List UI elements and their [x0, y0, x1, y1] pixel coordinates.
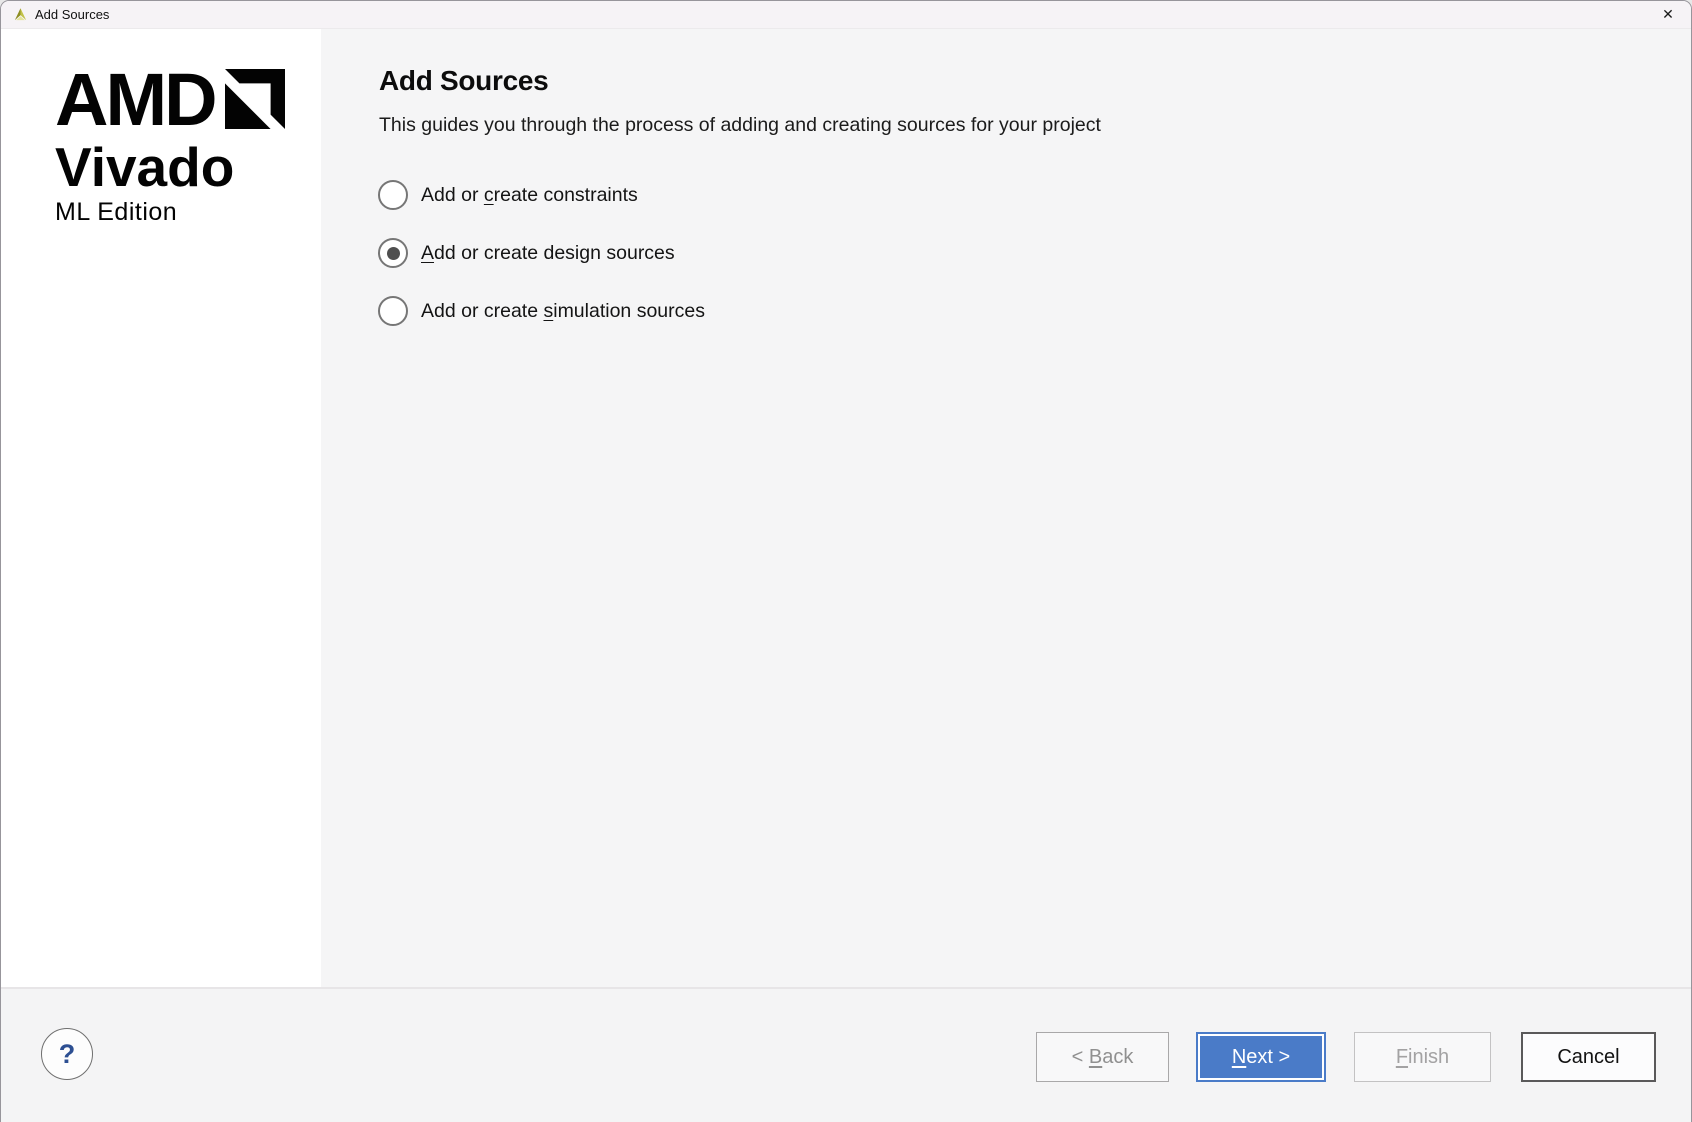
next-button[interactable]: Next > [1196, 1032, 1326, 1082]
footer-bar: ? < Back Next > Finish Cancel [1, 987, 1691, 1122]
radio-option-design-sources[interactable]: Add or create design sources [378, 237, 675, 269]
help-button[interactable]: ? [41, 1028, 93, 1080]
amd-vivado-logo: AMD Vivado ML Edition [55, 69, 285, 227]
radio-option-constraints[interactable]: Add or create constraints [378, 179, 638, 211]
question-mark-icon: ? [59, 1039, 76, 1070]
page-subtitle: This guides you through the process of a… [379, 114, 1101, 137]
brand-panel: AMD Vivado ML Edition [1, 29, 321, 987]
radio-button[interactable] [378, 238, 408, 268]
radio-label: Add or create simulation sources [421, 300, 705, 323]
amd-arrow-icon [225, 69, 285, 129]
ml-edition-label: ML Edition [55, 198, 285, 227]
finish-button[interactable]: Finish [1354, 1032, 1491, 1082]
amd-wordmark: AMD [55, 71, 215, 129]
radio-button[interactable] [378, 180, 408, 210]
radio-label: Add or create design sources [421, 242, 675, 265]
page-title: Add Sources [379, 65, 548, 97]
vivado-wordmark: Vivado [55, 145, 285, 189]
vivado-logo-icon [13, 7, 28, 22]
radio-option-simulation-sources[interactable]: Add or create simulation sources [378, 295, 705, 327]
radio-label: Add or create constraints [421, 184, 638, 207]
window-title: Add Sources [35, 7, 109, 22]
close-icon[interactable]: ✕ [1649, 1, 1687, 28]
title-bar: Add Sources ✕ [1, 1, 1691, 29]
back-button[interactable]: < Back [1036, 1032, 1169, 1082]
add-sources-dialog: Add Sources ✕ AMD Vivado ML Edition Add … [0, 0, 1692, 1122]
radio-button[interactable] [378, 296, 408, 326]
radio-dot [387, 247, 400, 260]
cancel-button[interactable]: Cancel [1521, 1032, 1656, 1082]
